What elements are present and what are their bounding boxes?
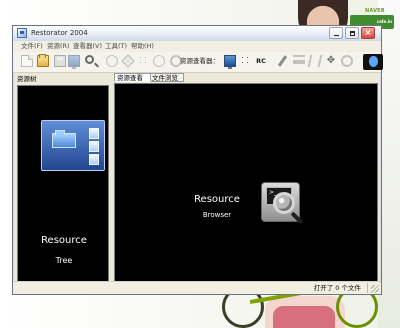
dna-button[interactable]	[307, 55, 323, 67]
tab-strip: 资源查看器 文件浏览器	[114, 73, 378, 91]
close-button[interactable]: ×	[361, 27, 375, 39]
main-toolbar: 资源查看器： RC ✥	[13, 52, 383, 73]
refresh-icon	[153, 55, 165, 67]
edit-icon	[240, 55, 252, 67]
menu-help[interactable]: 帮助(H)	[131, 42, 154, 51]
move-button[interactable]: ✥	[325, 55, 337, 67]
bubble-button[interactable]	[106, 55, 118, 67]
network-icon	[138, 55, 150, 67]
viewer-label: 资源查看器：	[180, 57, 219, 65]
bubble-icon	[106, 55, 118, 67]
settings-icon	[341, 55, 353, 67]
screen-view-icon	[224, 55, 236, 69]
rc-button[interactable]: RC	[255, 55, 267, 67]
window-titlebar[interactable]: Restorator 2004 ×	[13, 26, 381, 42]
save-icon	[54, 55, 66, 67]
pen-button[interactable]	[276, 55, 288, 67]
resource-tree-pane[interactable]: Resource Tree	[17, 85, 109, 282]
monitor-button[interactable]	[68, 55, 80, 69]
status-separator	[367, 283, 368, 293]
menu-viewer[interactable]: 查看器(V)	[73, 42, 102, 51]
resource-browser-icon: >_	[261, 182, 304, 234]
minimize-icon	[334, 35, 339, 36]
desktop-person-pants	[273, 306, 335, 328]
app-icon	[17, 28, 27, 38]
network-button[interactable]	[138, 55, 150, 67]
restorator-window: Restorator 2004 × 文件(F) 资源(R) 查看器(V) 工具(…	[12, 25, 383, 295]
search-icon	[85, 55, 94, 64]
resize-grip[interactable]	[371, 285, 379, 293]
tree-folder-icon	[52, 130, 76, 148]
cube-icon	[121, 54, 135, 68]
resource-browser-subtitle: Browser	[202, 211, 232, 219]
refresh-button[interactable]	[153, 55, 165, 67]
tree-file-icon	[89, 128, 99, 139]
rc-icon: RC	[256, 57, 266, 65]
resource-browser-title: Resource	[194, 194, 240, 205]
list-icon	[293, 55, 305, 64]
cube-button[interactable]	[121, 54, 135, 68]
resource-tree-title: Resource	[41, 235, 87, 246]
search-button[interactable]	[85, 55, 97, 67]
tree-file-icon	[89, 154, 99, 165]
tree-file-icon	[89, 141, 99, 152]
tab-resource-viewer[interactable]: 资源查看器	[114, 73, 151, 91]
resource-tree-icon	[41, 120, 105, 171]
resource-tree-subtitle: Tree	[55, 256, 73, 265]
menu-file[interactable]: 文件(F)	[21, 42, 43, 51]
open-button[interactable]	[37, 54, 49, 67]
maximize-button[interactable]	[345, 27, 359, 39]
save-button[interactable]	[54, 55, 66, 67]
minimize-button[interactable]	[329, 27, 343, 39]
brand-sub-text: cafe.in	[376, 19, 392, 24]
monitor-icon	[68, 55, 80, 69]
tab-file-browser[interactable]: 文件浏览器	[149, 73, 184, 91]
window-controls: ×	[329, 27, 379, 39]
dna-icon	[307, 55, 323, 67]
move-icon: ✥	[326, 55, 336, 66]
new-file-icon	[21, 55, 33, 67]
status-text: 打开了 0 个文件	[313, 284, 361, 292]
tree-header: 资源树	[17, 75, 37, 83]
screen-view-button[interactable]	[224, 55, 236, 69]
new-file-button[interactable]	[21, 55, 33, 67]
maximize-icon	[350, 31, 355, 36]
menu-resources[interactable]: 资源(R)	[47, 42, 70, 51]
menu-tools[interactable]: 工具(T)	[105, 42, 127, 51]
pen-icon	[277, 55, 288, 67]
status-bar: 打开了 0 个文件	[13, 281, 381, 294]
apple-logo-icon	[363, 54, 383, 70]
list-button[interactable]	[293, 55, 305, 67]
open-folder-icon	[37, 54, 49, 67]
window-title: Restorator 2004	[31, 29, 88, 37]
resource-browser-pane[interactable]: Resource Browser >_	[114, 83, 378, 282]
brand-top-text: NAVER	[365, 8, 385, 14]
magnifier-icon	[273, 192, 295, 214]
settings-button[interactable]	[341, 55, 353, 67]
close-icon: ×	[364, 28, 372, 37]
edit-button[interactable]	[240, 55, 252, 67]
